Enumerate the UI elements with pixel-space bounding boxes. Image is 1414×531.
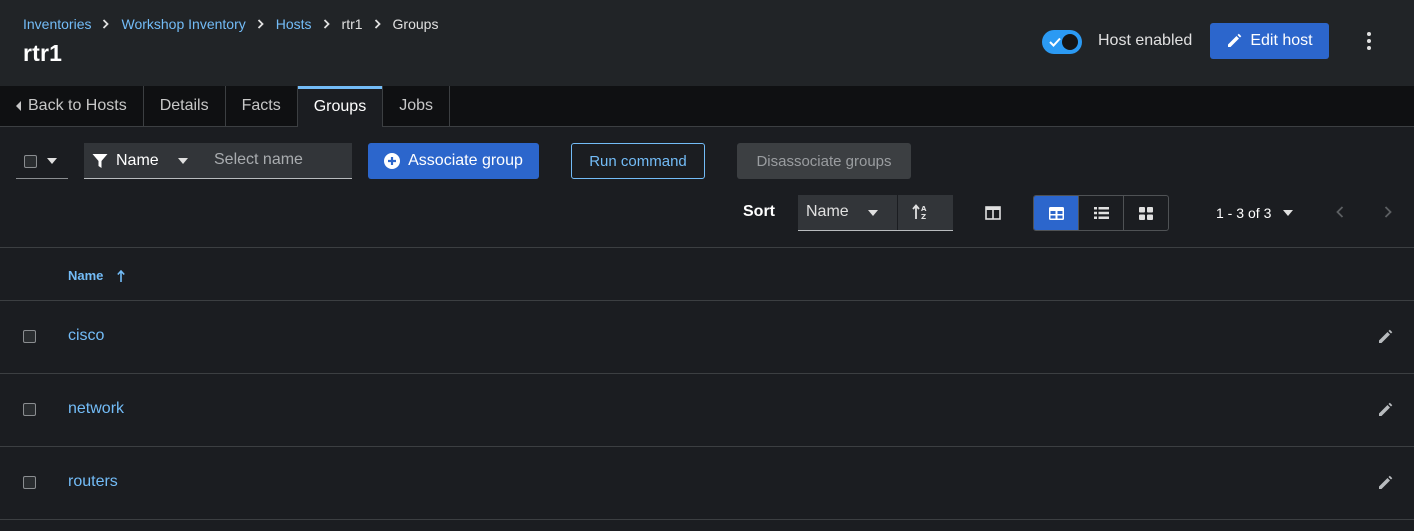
select-all-checkbox[interactable] — [24, 155, 37, 168]
associate-group-button[interactable]: Associate group — [368, 143, 539, 179]
group-name-link[interactable]: routers — [68, 473, 118, 491]
breadcrumb-workshop-inventory[interactable]: Workshop Inventory — [121, 16, 245, 32]
table-row: cisco — [0, 301, 1414, 374]
breadcrumb-hosts[interactable]: Hosts — [276, 16, 312, 32]
tab-jobs[interactable]: Jobs — [383, 86, 450, 126]
pagination-dropdown[interactable]: 1 - 3 of 3 — [1216, 205, 1294, 221]
sort-field-dropdown[interactable]: Name — [798, 195, 898, 230]
toggle-knob — [1062, 34, 1078, 50]
run-command-label: Run command — [589, 152, 687, 170]
list-icon — [1093, 207, 1109, 219]
filter-value-placeholder: Select name — [214, 151, 303, 168]
table-header: Name — [0, 247, 1414, 301]
sort-label: Sort — [743, 203, 775, 220]
row-checkbox[interactable] — [23, 403, 36, 416]
run-command-button[interactable]: Run command — [571, 143, 705, 179]
page-title: rtr1 — [23, 40, 63, 66]
view-mode-toggle — [1033, 195, 1169, 231]
tab-label: Back to Hosts — [28, 97, 127, 114]
associate-group-label: Associate group — [408, 152, 523, 169]
plus-circle-icon — [384, 153, 401, 169]
table-row: routers — [0, 447, 1414, 520]
chevron-right-icon — [257, 19, 264, 29]
caret-down-icon — [868, 210, 878, 216]
sort-field-label: Name — [806, 203, 849, 220]
chevron-right-icon — [374, 19, 381, 29]
tab-label: Groups — [313, 97, 367, 115]
group-name-link[interactable]: cisco — [68, 327, 104, 345]
filter-icon — [92, 153, 108, 168]
svg-text:Z: Z — [921, 213, 926, 220]
tab-facts[interactable]: Facts — [226, 86, 298, 126]
table-view-button[interactable] — [1034, 196, 1079, 230]
next-page-icon[interactable] — [1384, 206, 1392, 218]
table-row: network — [0, 374, 1414, 447]
disassociate-groups-label: Disassociate groups — [756, 152, 892, 170]
breadcrumb: Inventories Workshop Inventory Hosts rtr… — [23, 16, 438, 32]
kebab-menu-icon[interactable] — [1362, 30, 1376, 52]
host-enabled-toggle[interactable] — [1042, 30, 1082, 54]
manage-columns-button[interactable] — [976, 196, 1010, 230]
grid-icon — [1139, 206, 1153, 220]
bulk-select-dropdown[interactable] — [16, 143, 68, 179]
chevron-right-icon — [323, 19, 330, 29]
list-view-button[interactable] — [1079, 196, 1124, 230]
tab-details[interactable]: Details — [144, 86, 226, 126]
edit-host-button[interactable]: Edit host — [1210, 23, 1329, 59]
check-icon — [1049, 37, 1061, 47]
card-view-button[interactable] — [1124, 196, 1168, 230]
sort-alpha-up-icon: A Z — [912, 204, 927, 220]
filter-value-select[interactable]: Select name — [198, 143, 416, 178]
tab-label: Details — [159, 97, 209, 114]
sort-group: Name A Z — [798, 195, 953, 231]
column-header-label: Name — [68, 268, 104, 283]
svg-text:A: A — [921, 205, 927, 213]
pencil-icon[interactable] — [1377, 402, 1393, 418]
tab-label: Jobs — [399, 97, 433, 114]
sort-direction-button[interactable]: A Z — [898, 195, 953, 230]
group-name-link[interactable]: network — [68, 400, 124, 418]
caret-down-icon — [47, 158, 57, 164]
tab-label: Facts — [241, 97, 281, 114]
disassociate-groups-button[interactable]: Disassociate groups — [737, 143, 911, 179]
pagination-range: 1 - 3 — [1216, 205, 1245, 221]
previous-page-icon[interactable] — [1336, 206, 1344, 218]
row-checkbox[interactable] — [23, 476, 36, 489]
filter-group: Name Select name — [84, 143, 416, 179]
column-header-name[interactable]: Name — [68, 268, 126, 283]
groups-table: Name cisco network routers — [0, 247, 1414, 520]
breadcrumb-current: Groups — [392, 16, 439, 32]
row-checkbox[interactable] — [23, 330, 36, 343]
edit-host-label: Edit host — [1250, 32, 1313, 49]
pencil-icon[interactable] — [1377, 475, 1393, 491]
pagination-total: of 3 — [1248, 205, 1272, 221]
breadcrumb-inventories[interactable]: Inventories — [23, 16, 91, 32]
filter-attribute-dropdown[interactable]: Name — [84, 143, 198, 178]
pencil-icon[interactable] — [1377, 329, 1393, 345]
caret-down-icon — [1283, 210, 1294, 216]
filter-attribute-label: Name — [116, 151, 159, 169]
host-enabled-label: Host enabled — [1098, 32, 1193, 49]
columns-icon — [985, 206, 1001, 220]
tab-back-to-hosts[interactable]: Back to Hosts — [0, 86, 144, 126]
caret-down-icon — [178, 158, 188, 164]
sort-arrow-up-icon — [117, 269, 126, 282]
chevron-right-icon — [103, 19, 110, 29]
breadcrumb-host: rtr1 — [341, 16, 363, 32]
caret-left-icon — [16, 101, 21, 111]
tab-groups[interactable]: Groups — [297, 86, 384, 127]
page-header: Inventories Workshop Inventory Hosts rtr… — [0, 0, 1414, 87]
table-icon — [1048, 206, 1064, 220]
pencil-icon — [1228, 33, 1242, 47]
host-tabs: Back to Hosts Details Facts Groups Jobs — [0, 86, 1414, 127]
